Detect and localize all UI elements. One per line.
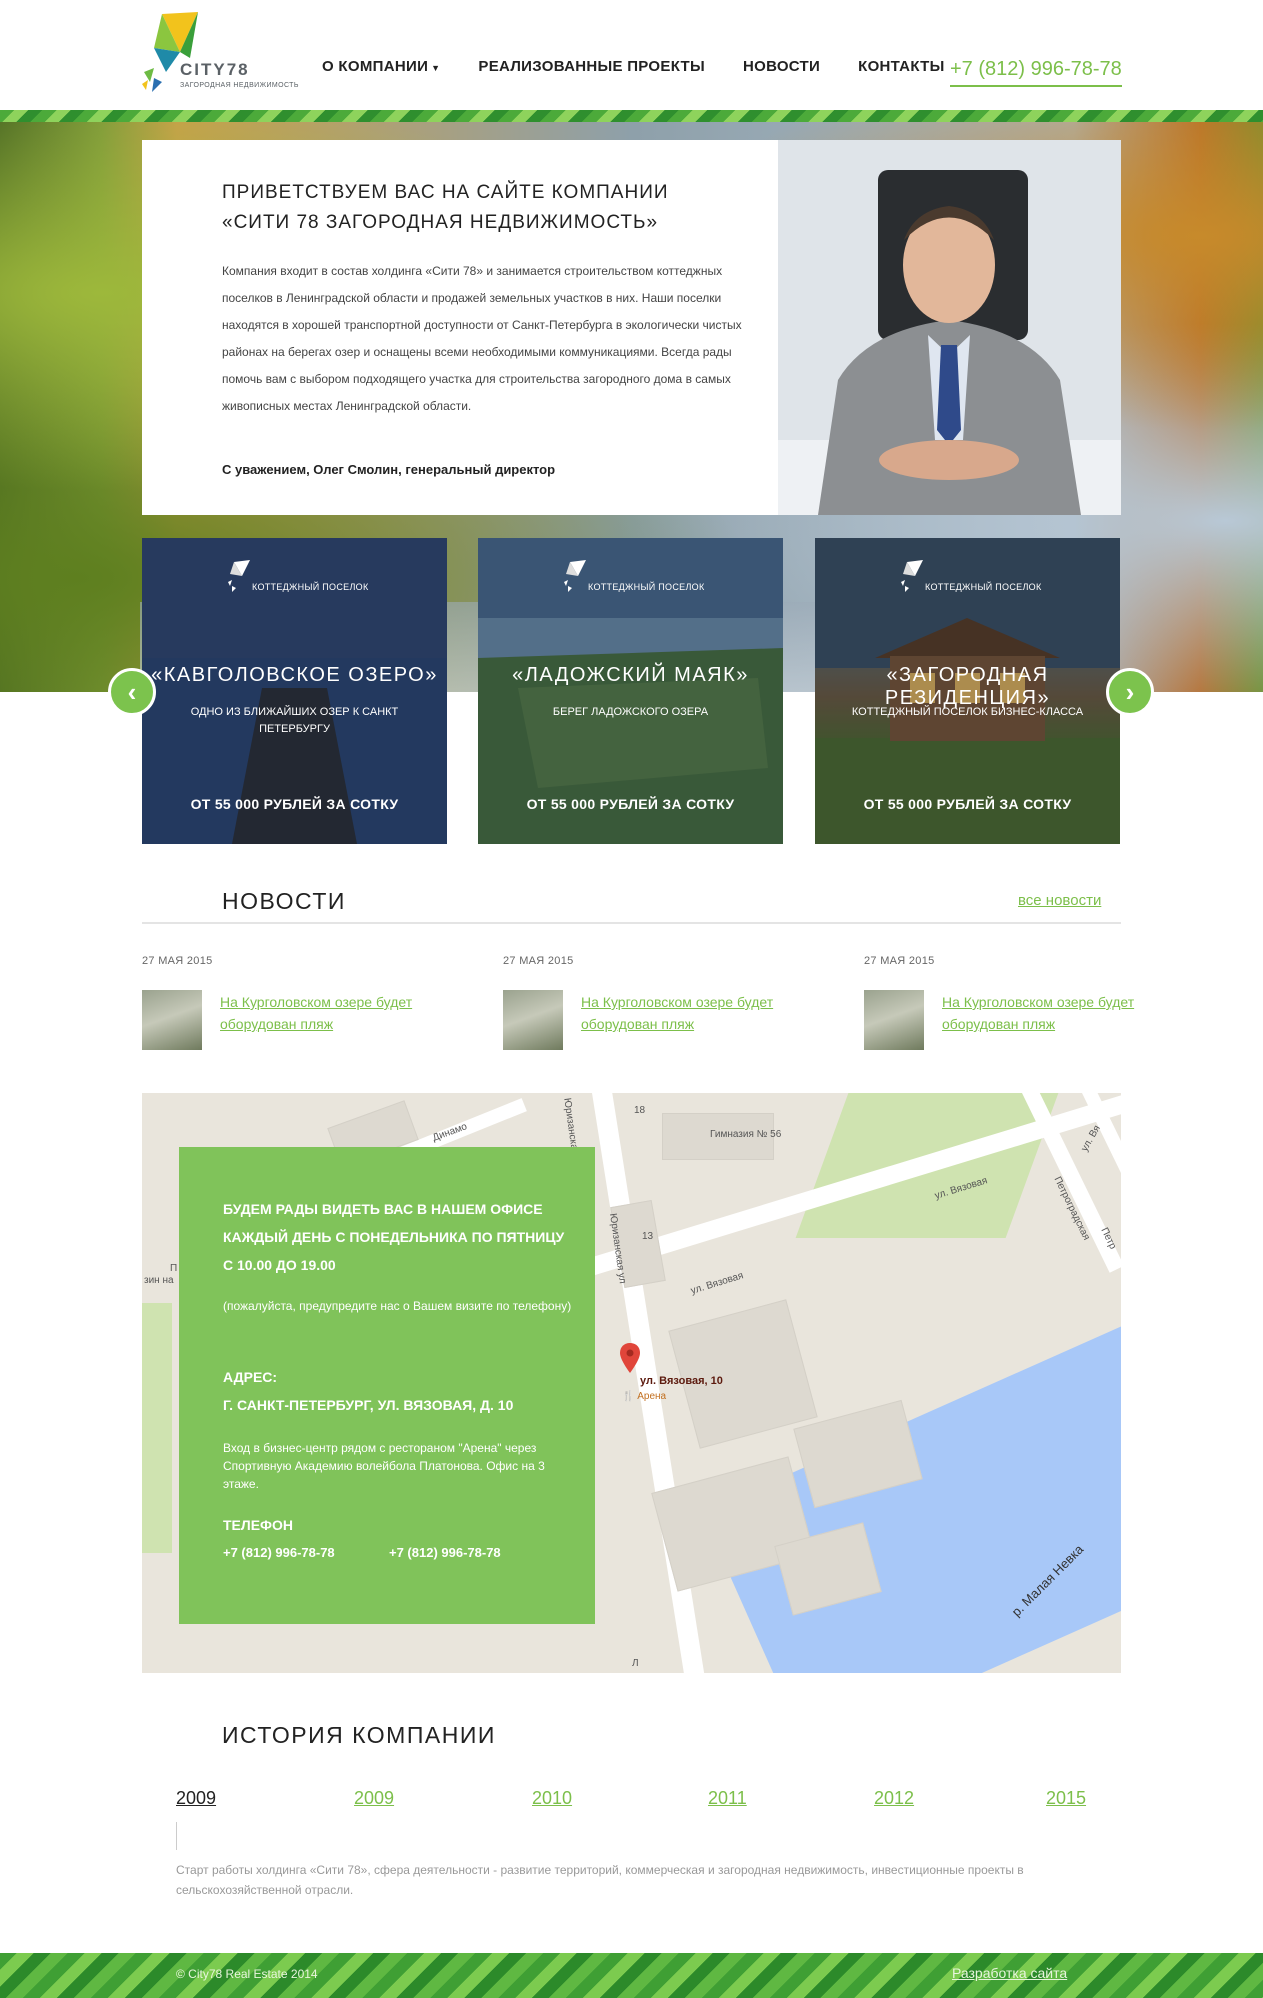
map-park-area (142, 1303, 172, 1553)
logo[interactable]: CITY78 ЗАГОРОДНАЯ НЕДВИЖИМОСТЬ (140, 12, 298, 110)
slider-prev-button[interactable]: ‹ (108, 668, 156, 716)
welcome-text: Компания входит в состав холдинга «Сити … (222, 264, 742, 413)
card-description: БЕРЕГ ЛАДОЖСКОГО ОЗЕРА (552, 706, 709, 718)
history-year-tab[interactable]: 2009 (176, 1788, 216, 1809)
map-building (668, 1299, 818, 1449)
news-divider (142, 922, 1121, 924)
news-item: 27 МАЯ 2015 На Курголовском озере будет … (864, 955, 1164, 1055)
site-footer: © City78 Real Estate 2014 Разработка сай… (0, 1953, 1263, 1998)
history-timeline-marker (176, 1822, 177, 1850)
history-year-tab[interactable]: 2012 (874, 1788, 914, 1809)
history-year-tab[interactable]: 2011 (708, 1788, 747, 1809)
news-item: 27 МАЯ 2015 На Курголовском озере будет … (503, 955, 803, 1055)
kite-icon (228, 560, 250, 592)
office-phone-1[interactable]: +7 (812) 996-78-78 (223, 1545, 335, 1560)
history-description: Старт работы холдинга «Сити 78», сфера д… (176, 1863, 1024, 1897)
card-title: «ЛАДОЖСКИЙ МАЯК» (512, 664, 749, 686)
location-pin-icon[interactable] (620, 1343, 640, 1373)
kite-logo-icon (142, 12, 198, 92)
card-tag: КОТТЕДЖНЫЙ ПОСЕЛОК (588, 582, 705, 592)
map-street-label: ул. Вязовая (689, 1270, 745, 1297)
card-price: ОТ 55 000 РУБЛЕЙ ЗА СОТКУ (190, 796, 399, 812)
header-pattern-stripe (0, 110, 1263, 122)
news-item: 27 МАЯ 2015 На Курголовском озере будет … (142, 955, 442, 1055)
office-hours-heading: БУДЕМ РАДЫ ВИДЕТЬ ВАС В НАШЕМ ОФИСЕ КАЖД… (223, 1201, 565, 1273)
card-title: «КАВГОЛОВСКОЕ ОЗЕРО» (151, 664, 438, 686)
welcome-signature: С уважением, Олег Смолин, генеральный ди… (222, 462, 556, 477)
header-phone[interactable]: +7 (812) 996-78-78 (950, 58, 1122, 87)
card-description: ОДНО ИЗ БЛИЖАЙШИХ ОЗЕР К САНКТ ПЕТЕРБУРГ… (190, 706, 399, 735)
news-link[interactable]: На Курголовском озере будет оборудован п… (942, 991, 1142, 1035)
card-price: ОТ 55 000 РУБЛЕЙ ЗА СОТКУ (526, 796, 735, 812)
map-street-label: Л (632, 1658, 639, 1669)
news-thumbnail[interactable] (864, 990, 924, 1050)
news-thumbnail[interactable] (142, 990, 202, 1050)
slider-next-button[interactable]: › (1106, 668, 1154, 716)
map-restaurant-label: 🍴 Арена (622, 1391, 666, 1402)
nav-item-contacts[interactable]: КОНТАКТЫ (858, 58, 944, 75)
map-street-label: зин на (144, 1275, 174, 1286)
logo-subtitle: ЗАГОРОДНАЯ НЕДВИЖИМОСТЬ (180, 82, 299, 89)
history-year-tab[interactable]: 2009 (354, 1788, 394, 1809)
kite-icon (901, 560, 923, 592)
project-card-kavgolovskoe[interactable]: КОТТЕДЖНЫЙ ПОСЕЛОК «КАВГОЛОВСКОЕ ОЗЕРО» … (142, 538, 447, 844)
chevron-right-icon: › (1125, 676, 1135, 707)
history-year-tab[interactable]: 2010 (532, 1788, 572, 1809)
office-address: Г. САНКТ-ПЕТЕРБУРГ, УЛ. ВЯЗОВАЯ, Д. 10 (223, 1397, 514, 1413)
nav-item-projects[interactable]: РЕАЛИЗОВАННЫЕ ПРОЕКТЫ (478, 58, 705, 75)
news-section-title: НОВОСТИ (222, 888, 346, 914)
news-date: 27 МАЯ 2015 (503, 955, 574, 967)
history-year-tab[interactable]: 2015 (1046, 1788, 1086, 1809)
map-building-number: 13 (642, 1231, 654, 1242)
nav-item-news[interactable]: НОВОСТИ (743, 58, 820, 75)
director-portrait-image (778, 140, 1121, 515)
news-date: 27 МАЯ 2015 (142, 955, 213, 967)
welcome-panel: ПРИВЕТСТВУЕМ ВАС НА САЙТЕ КОМПАНИИ «СИТИ… (142, 140, 778, 515)
office-visit-note: (пожалуйста, предупредите нас о Вашем ви… (223, 1299, 572, 1313)
office-entry-instructions: Вход в бизнес-центр рядом с рестораном "… (223, 1441, 545, 1491)
project-card-zagorodnaya[interactable]: КОТТЕДЖНЫЙ ПОСЕЛОК «ЗАГОРОДНАЯ РЕЗИДЕНЦИ… (815, 538, 1120, 844)
news-link[interactable]: На Курголовском озере будет оборудован п… (581, 991, 781, 1035)
card-price: ОТ 55 000 РУБЛЕЙ ЗА СОТКУ (863, 796, 1072, 812)
copyright-text: © City78 Real Estate 2014 (176, 1967, 318, 1981)
map-poi-label: Гимназия № 56 (710, 1129, 782, 1140)
logo-text: CITY78 (180, 60, 250, 79)
nav-item-about-label: О КОМПАНИИ (322, 58, 429, 75)
map-pin-label: ул. Вязовая, 10 (640, 1375, 723, 1387)
developer-link[interactable]: Разработка сайта (952, 1965, 1067, 1981)
nav-item-about[interactable]: О КОМПАНИИ ▼ (322, 58, 440, 75)
news-thumbnail[interactable] (503, 990, 563, 1050)
history-section-title: ИСТОРИЯ КОМПАНИИ (222, 1722, 496, 1748)
map-building-number: 18 (634, 1105, 646, 1116)
card-tag: КОТТЕДЖНЫЙ ПОСЕЛОК (252, 582, 369, 592)
map-restaurant-name: Арена (637, 1391, 667, 1402)
card-description: КОТТЕДЖНЫЙ ПОСЕЛОК БИЗНЕС-КЛАССА (851, 706, 1084, 718)
caret-down-icon: ▼ (431, 63, 441, 73)
welcome-title: ПРИВЕТСТВУЕМ ВАС НА САЙТЕ КОМПАНИИ «СИТИ… (222, 182, 669, 233)
map-street-label: ул. Вя (1079, 1123, 1103, 1154)
project-card-ladozhsky[interactable]: КОТТЕДЖНЫЙ ПОСЕЛОК «ЛАДОЖСКИЙ МАЯК» БЕРЕ… (478, 538, 783, 844)
office-phone-2[interactable]: +7 (812) 996-78-78 (389, 1545, 501, 1560)
chevron-left-icon: ‹ (127, 676, 137, 707)
map-street-label: П (170, 1263, 178, 1274)
news-link[interactable]: На Курголовском озере будет оборудован п… (220, 991, 420, 1035)
office-info-panel: БУДЕМ РАДЫ ВИДЕТЬ ВАС В НАШЕМ ОФИСЕ КАЖД… (179, 1147, 595, 1624)
director-photo (778, 140, 1121, 515)
kite-icon (564, 560, 586, 592)
phone-label: ТЕЛЕФОН (223, 1517, 293, 1533)
main-nav: О КОМПАНИИ ▼ РЕАЛИЗОВАННЫЕ ПРОЕКТЫ НОВОСТ… (322, 58, 983, 75)
card-tag: КОТТЕДЖНЫЙ ПОСЕЛОК (925, 582, 1042, 592)
fork-knife-icon: 🍴 (622, 1391, 638, 1402)
site-header: CITY78 ЗАГОРОДНАЯ НЕДВИЖИМОСТЬ О КОМПАНИ… (0, 0, 1263, 110)
all-news-link[interactable]: все новости (1018, 892, 1101, 909)
address-label: АДРЕС: (223, 1369, 278, 1385)
news-date: 27 МАЯ 2015 (864, 955, 935, 967)
